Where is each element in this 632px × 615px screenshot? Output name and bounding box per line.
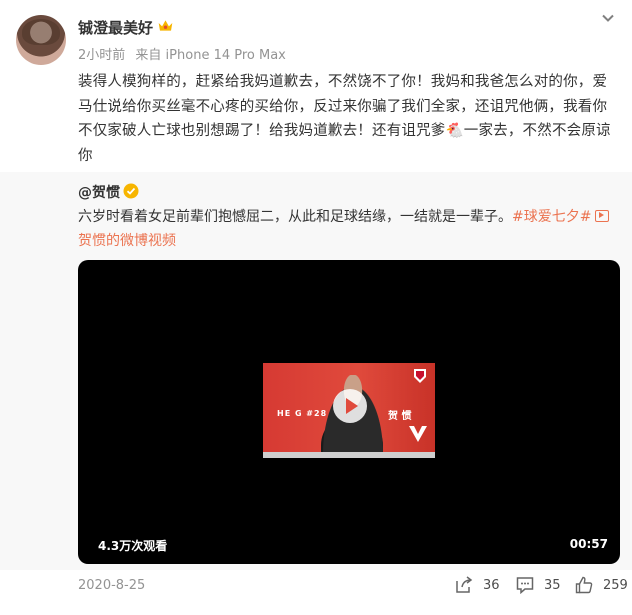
avatar[interactable] bbox=[16, 15, 66, 65]
repost-body: 六岁时看着女足前辈们抱憾屈二，从此和足球结缘，一结就是一辈子。 bbox=[78, 209, 512, 225]
post-time[interactable]: 2小时前 bbox=[78, 48, 125, 63]
view-count: 4.3万次观看 bbox=[98, 539, 168, 553]
repost-text: 六岁时看着女足前辈们抱憾屈二，从此和足球结缘，一结就是一辈子。#球爱七夕# 贺惯的… bbox=[78, 205, 618, 253]
share-icon bbox=[456, 576, 473, 593]
author-name[interactable]: 铖澄最美好 bbox=[78, 17, 153, 38]
repost-author[interactable]: @贺惯 bbox=[78, 182, 120, 202]
share-count: 36 bbox=[483, 577, 500, 593]
video-duration: 00:57 bbox=[569, 537, 608, 551]
chevron-logo-icon bbox=[409, 426, 427, 442]
like-count: 259 bbox=[603, 577, 628, 593]
more-icon[interactable] bbox=[600, 10, 616, 26]
post-date: 2020-8-25 bbox=[78, 578, 146, 593]
like-button[interactable]: 259 bbox=[575, 576, 628, 594]
video-player[interactable]: HE G #28 贺 惯 4.3万次观看 00:57 bbox=[78, 260, 620, 564]
crown-icon bbox=[158, 20, 173, 31]
video-link-icon bbox=[595, 210, 610, 222]
comment-button[interactable]: 35 bbox=[516, 576, 561, 594]
post-text: 装得人模狗样的，赶紧给我妈道歉去，不然饶不了你！我妈和我爸怎么对的你，爱马仕说给… bbox=[78, 74, 611, 164]
post-source: 来自 iPhone 14 Pro Max bbox=[135, 48, 286, 63]
club-logo-icon bbox=[414, 369, 426, 383]
verified-badge-icon bbox=[123, 183, 139, 199]
comment-icon bbox=[516, 577, 534, 594]
video-progress-bar[interactable] bbox=[263, 452, 435, 458]
comment-count: 35 bbox=[544, 577, 561, 593]
thumb-player-name: HE G #28 bbox=[277, 409, 328, 418]
hashtag-link[interactable]: #球爱七夕# bbox=[512, 209, 591, 225]
like-icon bbox=[575, 576, 593, 594]
post-meta: 2小时前 来自 iPhone 14 Pro Max bbox=[78, 44, 292, 63]
share-button[interactable]: 36 bbox=[455, 576, 500, 594]
play-icon[interactable] bbox=[332, 388, 368, 424]
reposted-card: @贺惯 六岁时看着女足前辈们抱憾屈二，从此和足球结缘，一结就是一辈子。#球爱七夕… bbox=[0, 172, 632, 570]
thumb-player-cn: 贺 惯 bbox=[388, 411, 412, 422]
video-link[interactable]: 贺惯的微博视频 bbox=[78, 233, 176, 249]
